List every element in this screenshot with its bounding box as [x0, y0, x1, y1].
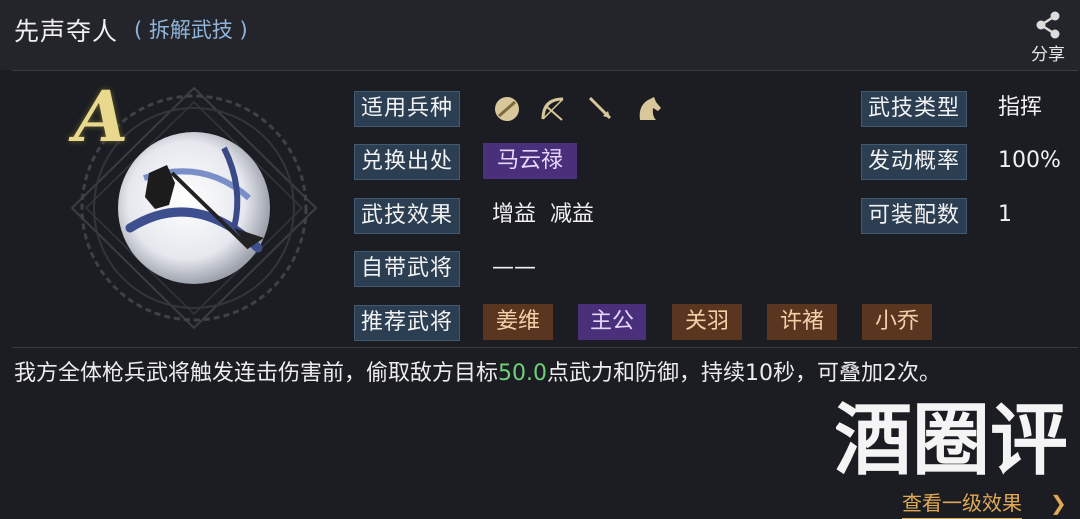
skill-title: 先声夺人 — [14, 17, 119, 46]
watermark-logo: 酒圈评 — [836, 395, 1066, 486]
description-text: 点武力和防御，持续10秒，可叠加2次。 — [547, 361, 941, 386]
trigger-chance-label: 发动概率 — [861, 144, 968, 180]
recommend-general-tag[interactable]: 许褚 — [767, 304, 837, 340]
skill-effect-label: 武技效果 — [354, 198, 461, 234]
skill-grade: A — [74, 75, 129, 158]
bow-icon — [541, 97, 564, 121]
troop-type-label: 适用兵种 — [354, 91, 461, 127]
share-button[interactable]: 分享 — [1026, 10, 1070, 68]
chevron-right-icon[interactable]: ❯ — [1050, 488, 1067, 518]
share-icon — [1036, 11, 1060, 39]
recommend-general-tag[interactable]: 主公 — [578, 304, 646, 340]
horse-icon — [639, 97, 661, 120]
header-bar: 先声夺人 ( 拆解武技 ) 分享 — [0, 0, 1080, 70]
skill-effect-value: 增益 减益 — [492, 202, 594, 227]
equip-slots-value: 1 — [998, 202, 1012, 227]
view-level-one-effect-link[interactable]: 查看一级效果 — [902, 488, 1022, 519]
own-general-label: 自带武将 — [354, 251, 461, 287]
source-tag[interactable]: 马云禄 — [483, 143, 577, 179]
description-highlight-value: 50.0 — [498, 361, 547, 386]
spear-icon — [588, 96, 612, 120]
recommend-general-tag[interactable]: 小乔 — [862, 304, 932, 340]
trigger-chance-value: 100% — [998, 148, 1061, 173]
own-general-value: —— — [492, 255, 536, 280]
watermark-text: 酒圈评 — [836, 395, 1066, 486]
description-text: 我方全体枪兵武将触发连击伤害前，偷取敌方目标 — [14, 361, 499, 386]
skill-type-label: 武技类型 — [861, 91, 968, 127]
shield-icon — [495, 97, 519, 121]
recommend-general-tag[interactable]: 姜维 — [483, 304, 553, 340]
recommend-label: 推荐武将 — [354, 305, 461, 341]
source-label: 兑换出处 — [354, 144, 461, 180]
equip-slots-label: 可装配数 — [861, 198, 968, 234]
recommend-general-tag[interactable]: 关羽 — [672, 304, 742, 340]
share-label: 分享 — [1031, 45, 1065, 65]
skill-type-value: 指挥 — [998, 95, 1043, 120]
skill-subtitle: ( 拆解武技 ) — [134, 18, 248, 42]
